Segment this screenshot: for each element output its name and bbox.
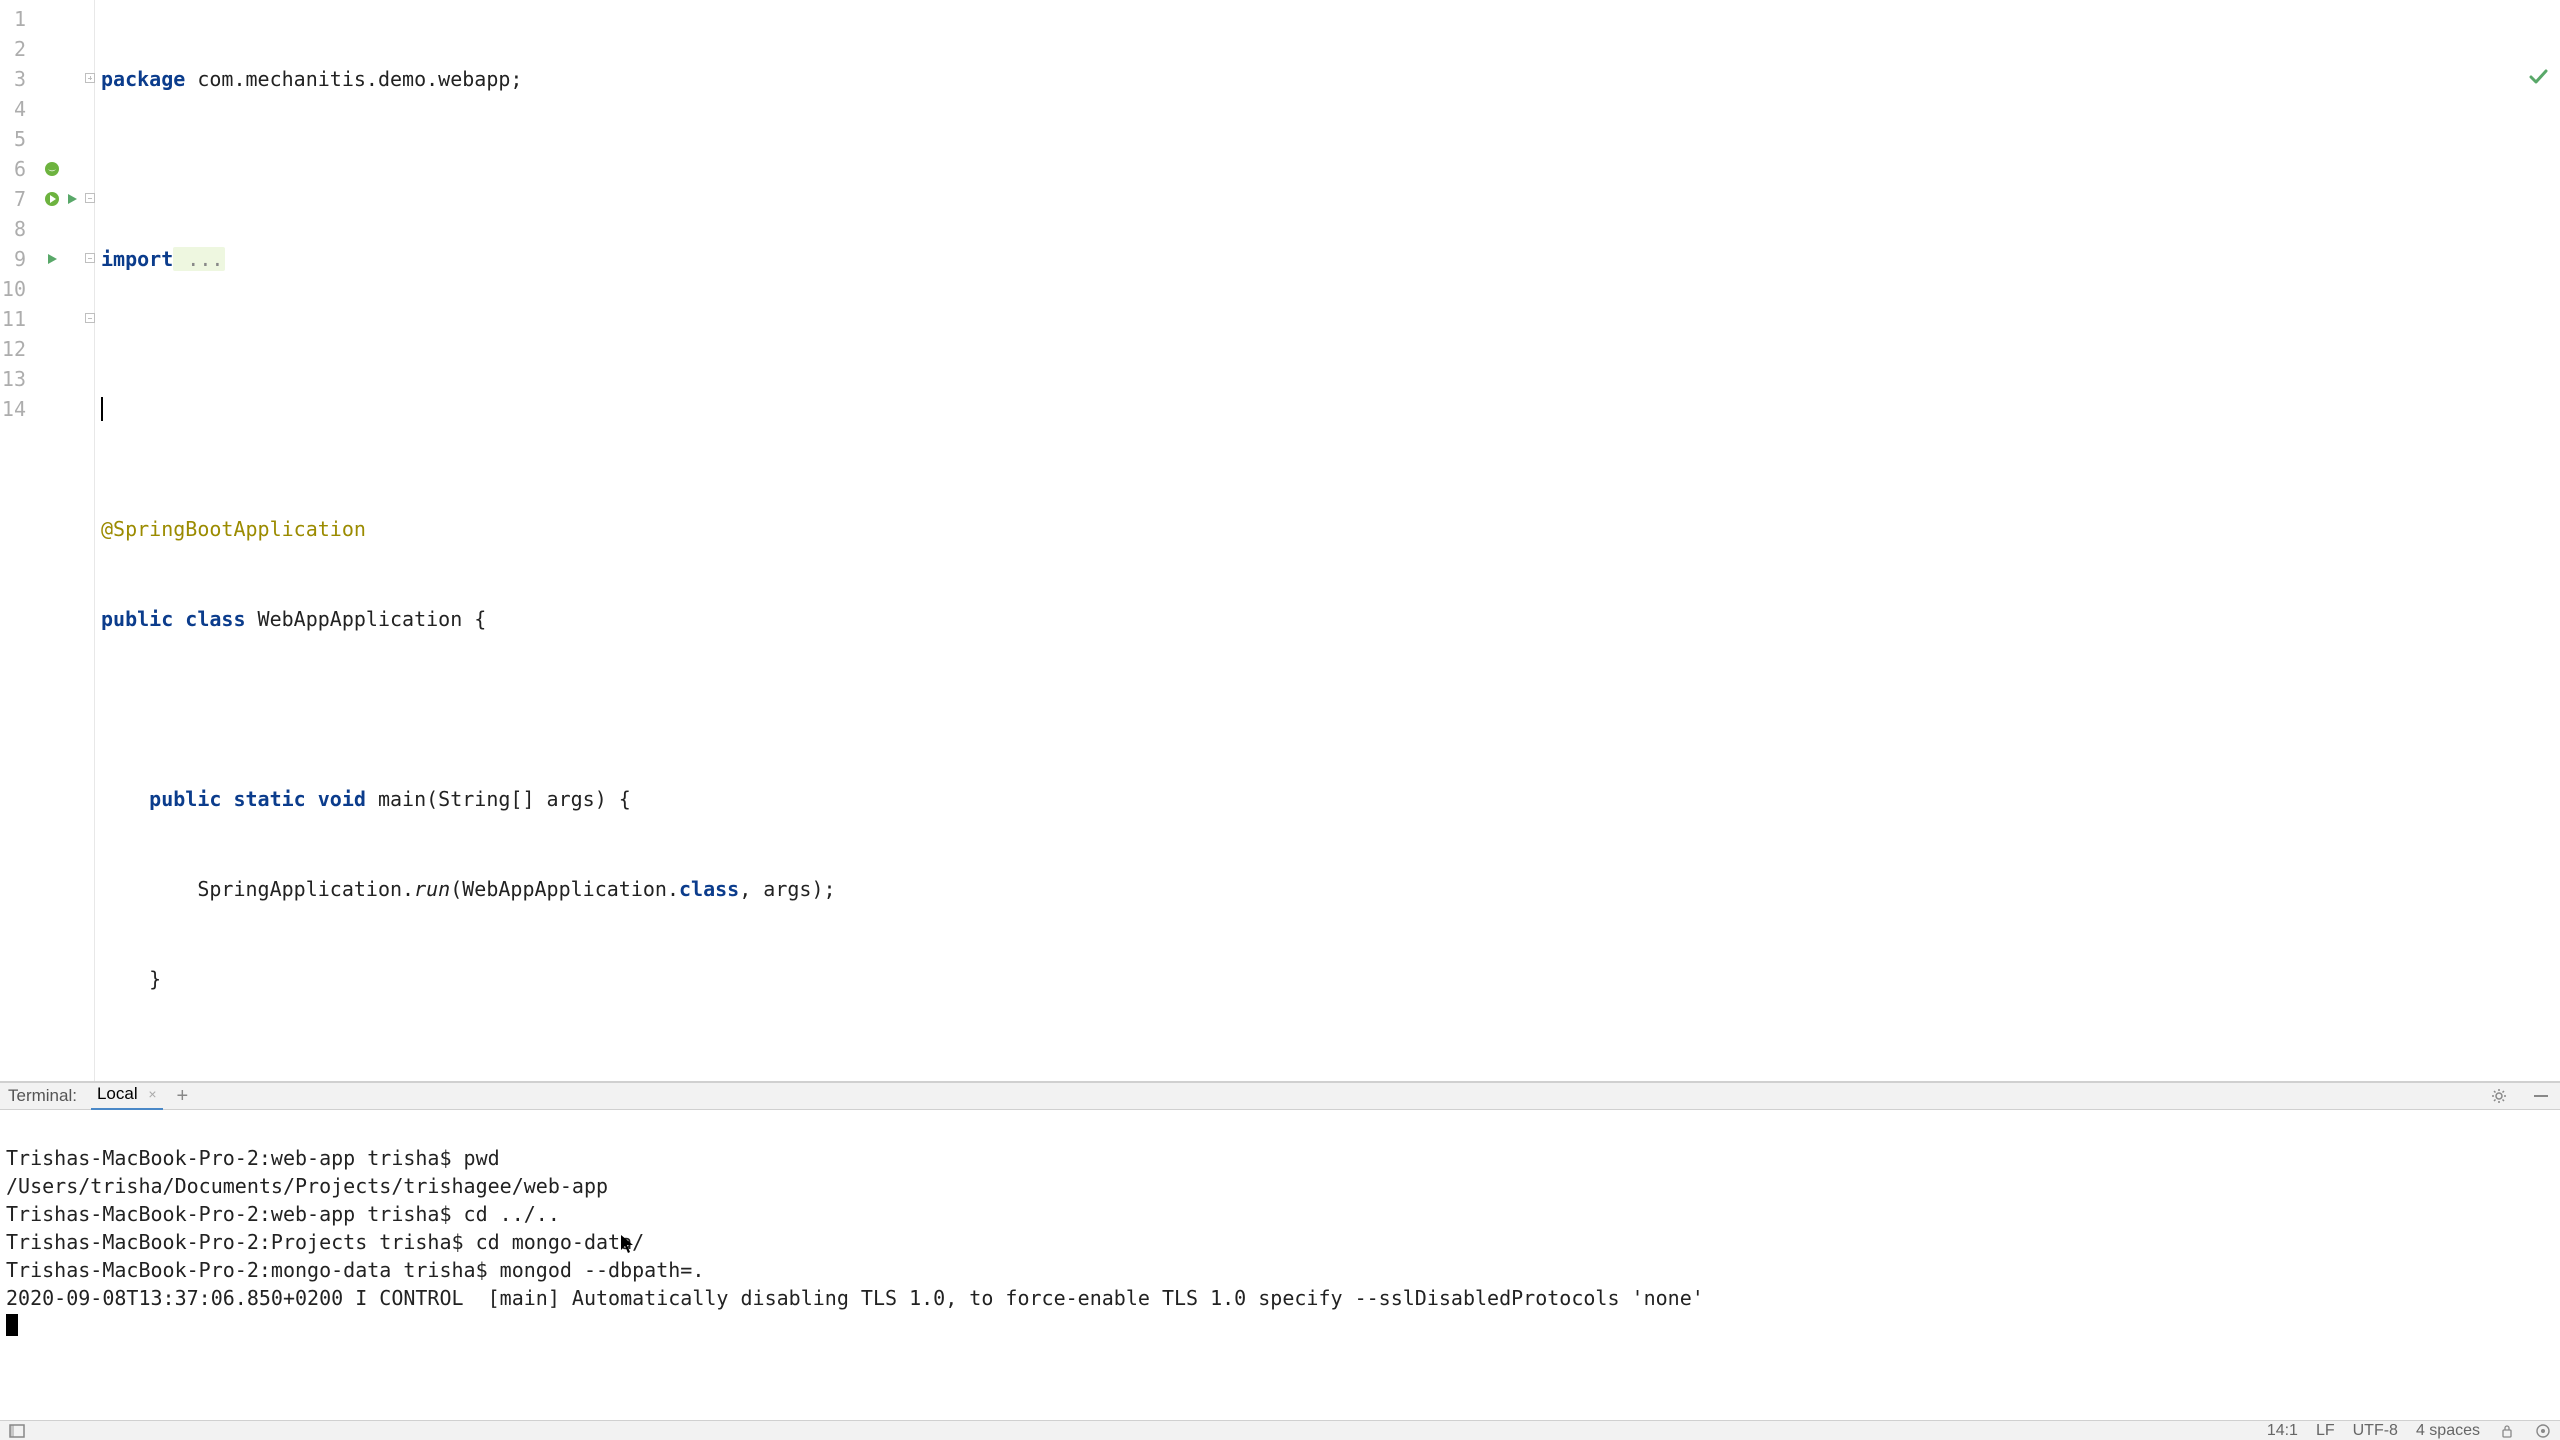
terminal-line: /Users/trisha/Documents/Projects/trishag…: [6, 1174, 608, 1198]
code-text: WebAppApplication {: [246, 607, 487, 631]
terminal-cursor: [6, 1314, 18, 1336]
terminal-line: Trishas-MacBook-Pro-2:mongo-data trisha$…: [6, 1258, 704, 1282]
line-number: 6: [14, 157, 26, 181]
text-caret: [101, 397, 103, 421]
keyword: void: [318, 787, 366, 811]
terminal-line: 2020-09-08T13:37:06.850+0200 I CONTROL […: [6, 1286, 1704, 1310]
toolwindows-toggle-icon[interactable]: [8, 1422, 26, 1440]
new-terminal-tab-icon[interactable]: +: [177, 1085, 189, 1108]
line-number: 8: [14, 217, 26, 241]
keyword: class: [185, 607, 245, 631]
folded-imports[interactable]: ...: [173, 247, 225, 271]
inspection-ok-icon[interactable]: [2528, 6, 2550, 28]
line-number: 2: [14, 37, 26, 61]
terminal-line: Trishas-MacBook-Pro-2:web-app trisha$ cd…: [6, 1202, 560, 1226]
toolwindow-title: Terminal:: [8, 1086, 77, 1106]
code-text: com.mechanitis.demo.webapp;: [185, 67, 522, 91]
line-number: 4: [14, 97, 26, 121]
hide-panel-icon[interactable]: [2532, 1087, 2550, 1105]
close-tab-icon[interactable]: ×: [148, 1086, 156, 1102]
status-bar: 14:1 LF UTF-8 4 spaces: [0, 1420, 2560, 1440]
code-text: }: [149, 967, 161, 991]
static-method: run: [414, 877, 450, 901]
editor-pane: 1 2 3 4 5 6 7: [0, 0, 2560, 1082]
line-number: 9: [14, 247, 26, 271]
line-number: 10: [2, 277, 26, 301]
line-number: 13: [2, 367, 26, 391]
keyword: class: [679, 877, 739, 901]
code-text: SpringApplication.: [197, 877, 414, 901]
keyword: public: [149, 787, 221, 811]
status-indent[interactable]: 4 spaces: [2416, 1422, 2480, 1440]
spring-boot-run-icon[interactable]: [44, 191, 60, 207]
status-caret-position[interactable]: 14:1: [2267, 1422, 2298, 1440]
line-number: 11: [2, 307, 26, 331]
readonly-lock-icon[interactable]: [2498, 1422, 2516, 1440]
keyword: package: [101, 67, 185, 91]
annotation: @SpringBootApplication: [101, 517, 366, 541]
line-number: 3: [14, 67, 26, 91]
spring-bean-icon[interactable]: [44, 161, 60, 177]
run-class-icon[interactable]: [64, 191, 80, 207]
line-number: 1: [14, 7, 26, 31]
code-text: , args);: [739, 877, 835, 901]
code-editor[interactable]: package com.mechanitis.demo.webapp; impo…: [95, 0, 2560, 1081]
code-text: (WebAppApplication.: [450, 877, 679, 901]
app-root: 1 2 3 4 5 6 7: [0, 0, 2560, 1440]
code-text: main(String[] args) {: [366, 787, 631, 811]
inspection-profile-icon[interactable]: [2534, 1422, 2552, 1440]
terminal-tab[interactable]: Local ×: [91, 1081, 163, 1111]
terminal-header: Terminal: Local × +: [0, 1082, 2560, 1110]
line-number: 14: [2, 397, 26, 421]
terminal-line: Trishas-MacBook-Pro-2:web-app trisha$ pw…: [6, 1146, 500, 1170]
run-main-icon[interactable]: [44, 251, 60, 267]
terminal-settings-icon[interactable]: [2490, 1087, 2508, 1105]
status-line-separator[interactable]: LF: [2316, 1422, 2335, 1440]
editor-gutter[interactable]: 1 2 3 4 5 6 7: [0, 0, 95, 1081]
line-number: 12: [2, 337, 26, 361]
terminal-tab-label: Local: [97, 1084, 138, 1103]
terminal-output[interactable]: Trishas-MacBook-Pro-2:web-app trisha$ pw…: [0, 1110, 2560, 1420]
line-number: 5: [14, 127, 26, 151]
keyword: static: [233, 787, 305, 811]
keyword: import: [101, 247, 173, 271]
keyword: public: [101, 607, 173, 631]
line-number: 7: [14, 187, 26, 211]
terminal-line: Trishas-MacBook-Pro-2:Projects trisha$ c…: [6, 1230, 644, 1254]
status-encoding[interactable]: UTF-8: [2353, 1422, 2398, 1440]
